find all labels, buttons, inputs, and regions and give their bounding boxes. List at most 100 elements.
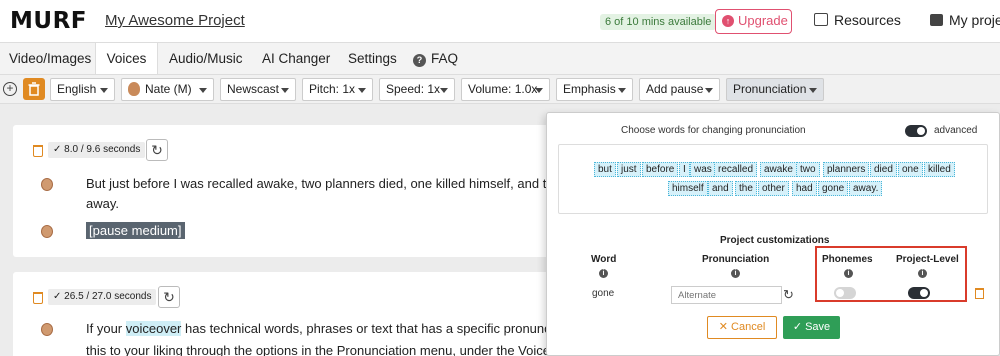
- project-title[interactable]: My Awesome Project: [105, 12, 245, 29]
- alternate-pronunciation-input[interactable]: [671, 286, 782, 304]
- block-text-line[interactable]: But just before I was recalled awake, tw…: [86, 176, 582, 191]
- chevron-down-icon: [440, 88, 448, 93]
- block-text-line[interactable]: If your voiceover has technical words, p…: [86, 321, 575, 336]
- word-chip[interactable]: gone: [818, 181, 849, 196]
- top-bar: MURF My Awesome Project 6 of 10 mins ava…: [0, 0, 1000, 42]
- info-icon[interactable]: i: [599, 269, 608, 278]
- toggle-knob: [920, 289, 928, 297]
- phonemes-toggle[interactable]: [834, 287, 856, 299]
- voice-block-1[interactable]: ✓ 8.0 / 9.6 seconds ↻ But just before I …: [13, 125, 582, 257]
- tab-video-images[interactable]: Video/Images: [9, 43, 91, 75]
- chevron-down-icon: [358, 88, 366, 93]
- word-chip[interactable]: two: [796, 162, 820, 177]
- word-chip[interactable]: died: [870, 162, 897, 177]
- panel-title: Choose words for changing pronunciation: [621, 125, 806, 136]
- word-chip[interactable]: recalled: [714, 162, 758, 177]
- trash-icon: [28, 82, 40, 96]
- tab-audio-music[interactable]: Audio/Music: [169, 43, 243, 75]
- word-chip[interactable]: himself: [668, 181, 708, 196]
- project-level-toggle[interactable]: [908, 287, 930, 299]
- cancel-label: Cancel: [731, 321, 766, 333]
- voice-dropdown[interactable]: Nate (M): [121, 78, 214, 101]
- word-chip[interactable]: before: [642, 162, 679, 177]
- trash-icon[interactable]: [33, 145, 43, 157]
- refresh-icon[interactable]: ↻: [783, 287, 794, 302]
- toggle-knob: [917, 127, 925, 135]
- text-segment: If your: [86, 321, 126, 336]
- speed-dropdown[interactable]: Speed: 1x: [379, 78, 455, 101]
- block-text-line[interactable]: away.: [86, 196, 119, 211]
- word-selection-box: but just before I was recalled awake two…: [558, 144, 988, 214]
- folder-icon: [930, 14, 943, 26]
- tab-settings[interactable]: Settings: [348, 43, 397, 75]
- emphasis-dropdown[interactable]: Emphasis: [556, 78, 633, 101]
- voice-avatar: [41, 225, 53, 238]
- delete-block-button[interactable]: [23, 78, 45, 100]
- word-chip[interactable]: one: [898, 162, 923, 177]
- word-chip[interactable]: planners: [823, 162, 870, 177]
- pause-line[interactable]: [pause medium]: [86, 222, 185, 239]
- trash-icon[interactable]: [975, 288, 984, 299]
- tab-ai-changer[interactable]: AI Changer: [262, 43, 330, 75]
- save-button[interactable]: ✓ Save: [783, 316, 840, 339]
- word-chip[interactable]: killed: [924, 162, 955, 177]
- upgrade-button[interactable]: ↑ Upgrade: [715, 9, 792, 34]
- pronunciation-value: Pronunciation: [733, 82, 807, 96]
- pitch-value: Pitch: 1x: [309, 82, 356, 96]
- voice-value: Nate (M): [145, 82, 192, 96]
- duration-text: 8.0 / 9.6 seconds: [64, 144, 141, 155]
- voice-toolbar: + English Nate (M) Newscast Pitch: 1x Sp…: [0, 74, 1000, 104]
- pronunciation-column-header: Pronunciation: [702, 254, 770, 265]
- word-chip[interactable]: just: [617, 162, 641, 177]
- my-projects-link[interactable]: My proje: [930, 12, 1000, 28]
- word-chip[interactable]: away.: [849, 181, 883, 196]
- voice-avatar: [41, 178, 53, 191]
- save-label: Save: [805, 321, 831, 333]
- style-dropdown[interactable]: Newscast: [220, 78, 296, 101]
- chevron-down-icon: [535, 88, 543, 93]
- customizations-title: Project customizations: [720, 235, 830, 246]
- info-icon[interactable]: i: [731, 269, 740, 278]
- word-chip[interactable]: awake: [760, 162, 797, 177]
- pitch-dropdown[interactable]: Pitch: 1x: [302, 78, 373, 101]
- murf-logo[interactable]: MURF: [10, 8, 87, 34]
- tab-faq[interactable]: ? FAQ: [413, 43, 458, 75]
- add-pause-dropdown[interactable]: Add pause: [639, 78, 720, 101]
- word-chip[interactable]: had: [792, 181, 817, 196]
- trash-icon[interactable]: [33, 292, 43, 304]
- refresh-icon: ↻: [163, 289, 175, 305]
- pronunciation-panel: Choose words for changing pronunciation …: [546, 112, 1000, 356]
- upgrade-label: Upgrade: [738, 13, 788, 28]
- duration-badge: ✓ 26.5 / 27.0 seconds: [48, 289, 157, 305]
- highlighted-word[interactable]: voiceover: [125, 321, 182, 336]
- tab-voices[interactable]: Voices: [95, 43, 158, 75]
- regenerate-button[interactable]: ↻: [146, 139, 168, 161]
- language-dropdown[interactable]: English: [50, 78, 115, 101]
- toggle-knob: [836, 289, 844, 297]
- duration-badge: ✓ 8.0 / 9.6 seconds: [48, 142, 146, 158]
- resources-label: Resources: [834, 12, 901, 28]
- word-chip[interactable]: the: [735, 181, 757, 196]
- word-chip[interactable]: other: [758, 181, 789, 196]
- word-chip[interactable]: but: [594, 162, 616, 177]
- book-icon: [814, 13, 828, 26]
- word-chip[interactable]: was: [690, 162, 716, 177]
- pause-tag[interactable]: [pause medium]: [86, 222, 185, 239]
- cancel-button[interactable]: ✕ Cancel: [707, 316, 777, 339]
- add-block-icon[interactable]: +: [3, 82, 17, 96]
- regenerate-button[interactable]: ↻: [158, 286, 180, 308]
- speed-value: Speed: 1x: [386, 82, 441, 96]
- style-value: Newscast: [227, 82, 280, 96]
- voice-block-2[interactable]: ✓ 26.5 / 27.0 seconds ↻ If your voiceove…: [13, 272, 575, 356]
- block-text-line[interactable]: this to your liking through the options …: [86, 343, 571, 356]
- volume-dropdown[interactable]: Volume: 1.0x: [461, 78, 550, 101]
- word-column-header: Word: [591, 254, 617, 265]
- chevron-down-icon: [809, 88, 817, 93]
- voice-avatar: [41, 323, 53, 336]
- advanced-toggle[interactable]: [905, 125, 927, 137]
- resources-link[interactable]: Resources: [814, 12, 901, 28]
- advanced-label: advanced: [934, 125, 978, 136]
- word-chip[interactable]: and: [708, 181, 733, 196]
- pronunciation-dropdown[interactable]: Pronunciation: [726, 78, 824, 101]
- word-chip[interactable]: I: [679, 162, 690, 177]
